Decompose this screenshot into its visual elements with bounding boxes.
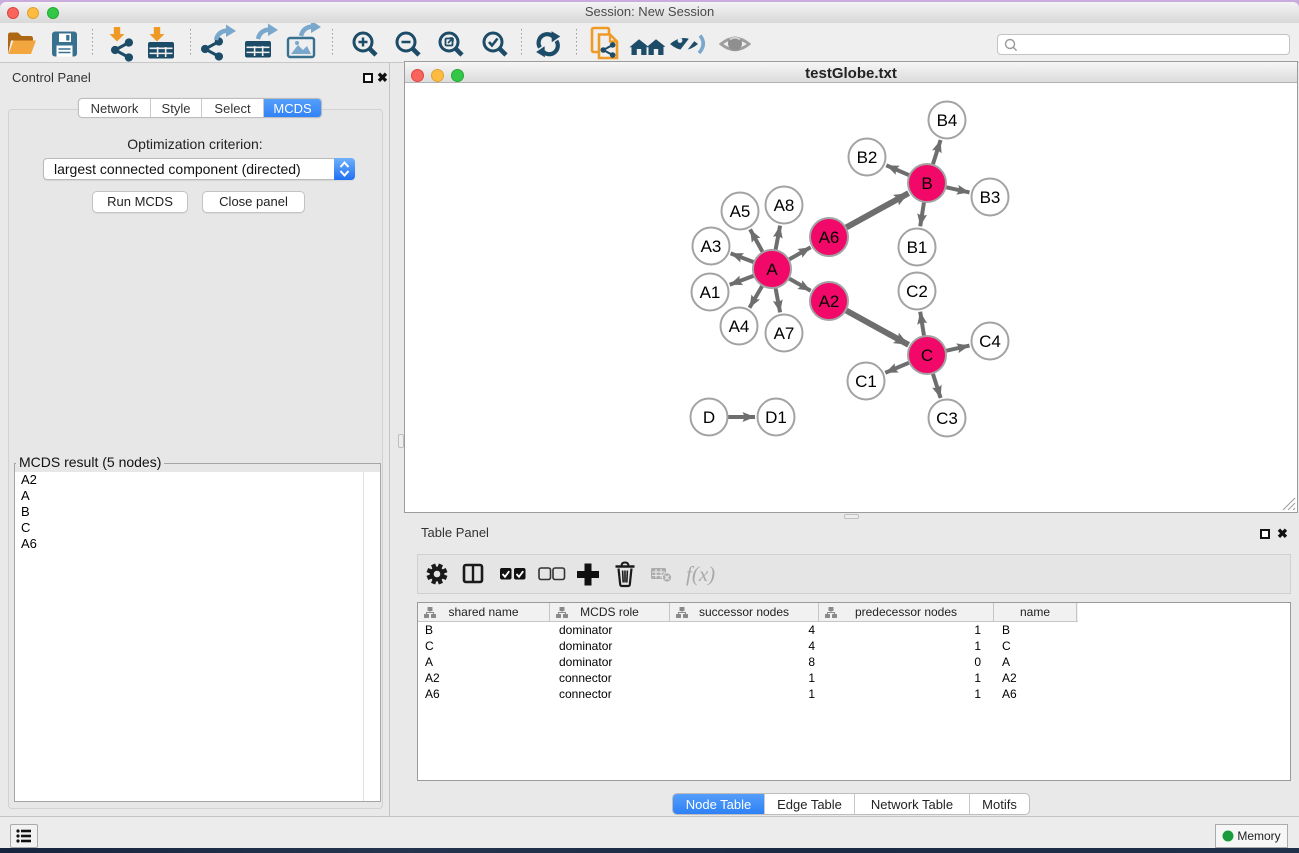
svg-text:f(x): f(x)	[686, 562, 715, 586]
svg-text:B3: B3	[980, 188, 1001, 207]
svg-text:A8: A8	[774, 196, 795, 215]
svg-text:A4: A4	[729, 317, 750, 336]
svg-text:B4: B4	[937, 111, 958, 130]
svg-text:A2: A2	[819, 292, 840, 311]
svg-text:C: C	[921, 346, 933, 365]
svg-text:D1: D1	[765, 408, 787, 427]
svg-text:C2: C2	[906, 282, 928, 301]
svg-text:A: A	[766, 260, 778, 279]
svg-text:B: B	[921, 174, 932, 193]
svg-text:B1: B1	[907, 238, 928, 257]
svg-text:A5: A5	[730, 202, 751, 221]
svg-text:A3: A3	[701, 237, 722, 256]
svg-text:A1: A1	[700, 283, 721, 302]
svg-text:C4: C4	[979, 332, 1001, 351]
svg-text:C1: C1	[855, 372, 877, 391]
svg-text:D: D	[703, 408, 715, 427]
svg-text:A7: A7	[774, 324, 795, 343]
svg-text:A6: A6	[819, 228, 840, 247]
svg-text:C3: C3	[936, 409, 958, 428]
svg-text:B2: B2	[857, 148, 878, 167]
